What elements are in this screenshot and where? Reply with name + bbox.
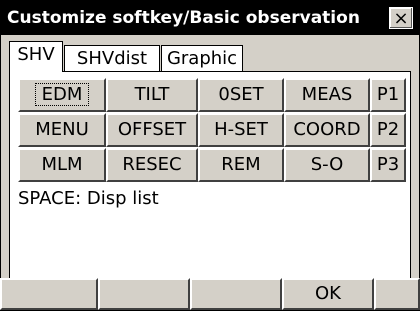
dialog-window: Customize softkey/Basic observation × SH… <box>0 0 420 311</box>
key-meas[interactable]: MEAS <box>284 78 370 112</box>
key-0set[interactable]: 0SET <box>198 78 284 112</box>
close-button[interactable]: × <box>389 7 413 29</box>
window-title: Customize softkey/Basic observation <box>7 8 360 28</box>
key-coord[interactable]: COORD <box>284 113 370 147</box>
key-p3[interactable]: P3 <box>370 148 406 182</box>
key-rem[interactable]: REM <box>198 148 284 182</box>
tab-graphic[interactable]: Graphic <box>161 45 243 71</box>
key-resec[interactable]: RESEC <box>106 148 198 182</box>
key-edm[interactable]: EDM <box>18 78 106 112</box>
softkey-3[interactable] <box>190 278 282 310</box>
softkey-bar: OK <box>0 278 420 311</box>
tab-panel: EDM TILT 0SET MEAS P1 MENU OFFSET H-SET … <box>9 71 411 308</box>
key-offset[interactable]: OFFSET <box>106 113 198 147</box>
key-s-o[interactable]: S-O <box>284 148 370 182</box>
title-bar: Customize softkey/Basic observation × <box>1 1 419 35</box>
softkey-5[interactable] <box>374 278 420 310</box>
tab-shvdist[interactable]: SHVdist <box>64 45 160 71</box>
softkey-1[interactable] <box>0 278 98 310</box>
tab-shv[interactable]: SHV <box>9 41 63 72</box>
key-h-set[interactable]: H-SET <box>198 113 284 147</box>
key-p2[interactable]: P2 <box>370 113 406 147</box>
key-p1[interactable]: P1 <box>370 78 406 112</box>
softkey-2[interactable] <box>98 278 190 310</box>
key-label: EDM <box>34 83 90 106</box>
help-text: SPACE: Disp list <box>18 188 159 209</box>
key-mlm[interactable]: MLM <box>18 148 106 182</box>
ok-button[interactable]: OK <box>282 278 374 310</box>
key-menu[interactable]: MENU <box>18 113 106 147</box>
key-tilt[interactable]: TILT <box>106 78 198 112</box>
